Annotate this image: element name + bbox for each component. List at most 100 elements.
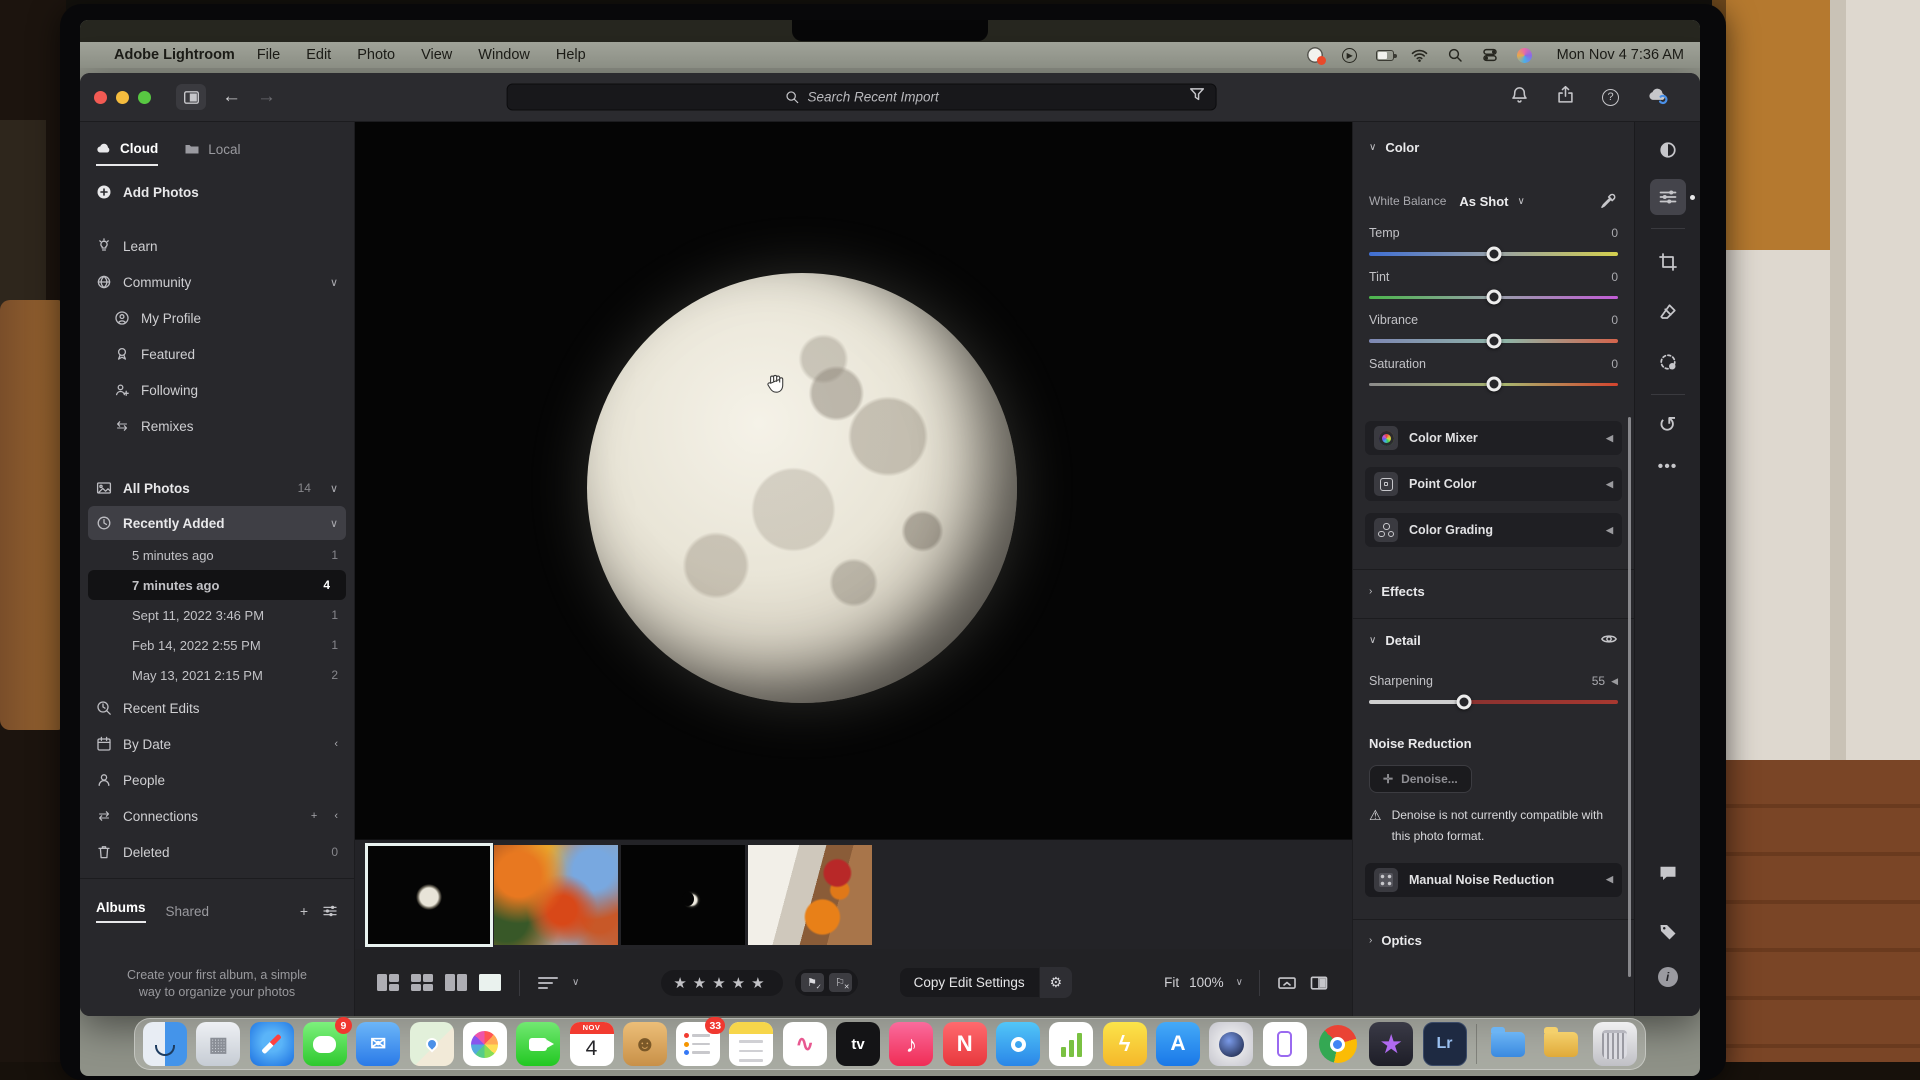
sidebar-item-following[interactable]: Following	[80, 372, 354, 408]
comments-button[interactable]	[1650, 855, 1686, 891]
color-section-header[interactable]: ∨ Color	[1353, 122, 1634, 164]
search-input[interactable]: Search Recent Import	[507, 84, 1217, 111]
vibrance-slider[interactable]	[1369, 339, 1618, 343]
info-button[interactable]: i	[1650, 959, 1686, 995]
add-album-button[interactable]: +	[300, 903, 308, 919]
sidebar-item-deleted[interactable]: Deleted 0	[80, 834, 354, 870]
more-options-button[interactable]: •••	[1650, 449, 1686, 485]
filmstrip-toggle-button[interactable]	[1276, 973, 1298, 993]
star-icons[interactable]: ★★★★★	[673, 974, 770, 992]
zoom-level-value[interactable]: 100%	[1189, 975, 1224, 990]
tint-slider[interactable]	[1369, 296, 1618, 300]
zoom-window-button[interactable]	[138, 91, 151, 104]
dock-finder-icon[interactable]	[143, 1022, 187, 1066]
dock-mail-icon[interactable]: ✉	[356, 1022, 400, 1066]
date-group-feb-14-2022[interactable]: Feb 14, 2022 2:55 PM1	[80, 630, 354, 660]
optics-section-header[interactable]: › Optics	[1353, 920, 1634, 962]
star-rating-control[interactable]: ★★★★★	[661, 970, 782, 996]
dock-safari-icon[interactable]	[250, 1022, 294, 1066]
panel-scrollbar[interactable]	[1628, 417, 1632, 977]
vibrance-slider-knob[interactable]	[1486, 333, 1501, 348]
tab-cloud[interactable]: Cloud	[96, 140, 158, 166]
dock-iphone-mirroring-icon[interactable]	[1263, 1022, 1307, 1066]
copy-edit-settings-button[interactable]: Copy Edit Settings	[900, 968, 1039, 997]
dock-news-icon[interactable]: N	[943, 1022, 987, 1066]
flag-reject-button[interactable]: ⚐✕	[829, 973, 852, 992]
dock-photo-booth-icon[interactable]	[1209, 1022, 1253, 1066]
detail-view-button[interactable]	[479, 974, 501, 991]
sidebar-item-recently-added[interactable]: Recently Added ∨	[88, 506, 346, 540]
presets-button[interactable]	[1650, 132, 1686, 168]
compare-view-button[interactable]	[445, 974, 467, 991]
dock-contacts-icon[interactable]: ☻	[623, 1022, 667, 1066]
fit-zoom-button[interactable]: Fit	[1164, 975, 1179, 990]
dock-calendar-icon[interactable]: NOV4	[570, 1022, 614, 1066]
temp-slider-knob[interactable]	[1486, 246, 1501, 261]
sidebar-item-people[interactable]: People	[80, 762, 354, 798]
sidebar-item-connections[interactable]: ⇄ Connections + ‹	[80, 798, 354, 834]
minimize-window-button[interactable]	[116, 91, 129, 104]
sort-albums-button[interactable]	[322, 903, 338, 919]
photo-grid-view-button[interactable]	[377, 974, 399, 991]
add-photos-button[interactable]: Add Photos	[80, 170, 354, 214]
menu-help[interactable]: Help	[556, 47, 586, 63]
date-group-sept-11-2022[interactable]: Sept 11, 2022 3:46 PM1	[80, 600, 354, 630]
dock-launchpad-icon[interactable]: ▦	[196, 1022, 240, 1066]
denoise-button[interactable]: ✛ Denoise...	[1369, 765, 1472, 793]
sidebar-item-by-date[interactable]: By Date ‹	[80, 726, 354, 762]
dock-apple-tv-icon[interactable]: tv	[836, 1022, 880, 1066]
control-center-icon[interactable]	[1481, 46, 1499, 64]
filmstrip-thumb-porch[interactable]	[748, 845, 872, 945]
expand-triangle-icon[interactable]: ◀	[1611, 676, 1618, 687]
dock-notes-icon[interactable]	[729, 1022, 773, 1066]
sharpening-slider[interactable]	[1369, 700, 1618, 704]
sidebar-item-recent-edits[interactable]: Recent Edits	[80, 690, 354, 726]
add-connection-icon[interactable]: +	[311, 810, 317, 822]
temp-slider[interactable]	[1369, 252, 1618, 256]
dock-find-my-icon[interactable]	[996, 1022, 1040, 1066]
back-button[interactable]: ←	[222, 86, 241, 108]
menu-window[interactable]: Window	[478, 47, 530, 63]
history-button[interactable]: ↺	[1650, 407, 1686, 443]
point-color-button[interactable]: Point Color ◀	[1365, 467, 1622, 501]
filter-funnel-button[interactable]	[1188, 86, 1206, 109]
creative-cloud-icon[interactable]	[1306, 46, 1324, 64]
dock-reminders-icon[interactable]: 33	[676, 1022, 720, 1066]
menu-photo[interactable]: Photo	[357, 47, 395, 63]
tab-shared[interactable]: Shared	[166, 904, 210, 919]
dock-tips-icon[interactable]: ϟ	[1103, 1022, 1147, 1066]
dock-messages-icon[interactable]: 9	[303, 1022, 347, 1066]
filmstrip-thumb-crescent[interactable]	[621, 845, 745, 945]
square-grid-view-button[interactable]	[411, 974, 433, 991]
wifi-icon[interactable]	[1411, 46, 1429, 64]
menu-file[interactable]: File	[257, 47, 280, 63]
dock-chart-app-icon[interactable]	[1049, 1022, 1093, 1066]
dock-photos-icon[interactable]	[463, 1022, 507, 1066]
sidebar-item-community[interactable]: Community ∨	[80, 264, 354, 300]
keywords-tag-button[interactable]	[1650, 914, 1686, 950]
flag-pick-button[interactable]: ⚑✓	[801, 973, 824, 992]
dock-folder-blue-icon[interactable]	[1486, 1022, 1530, 1066]
help-button[interactable]: ?	[1602, 89, 1619, 106]
saturation-slider[interactable]	[1369, 383, 1618, 387]
sidebar-item-all-photos[interactable]: All Photos 14 ∨	[80, 470, 354, 506]
detail-section-header[interactable]: ∨ Detail	[1353, 619, 1634, 661]
sidebar-toggle-button[interactable]	[176, 84, 206, 110]
saturation-slider-knob[interactable]	[1486, 377, 1501, 392]
sidebar-item-learn[interactable]: Learn	[80, 228, 354, 264]
date-group-5-minutes-ago[interactable]: 5 minutes ago1	[80, 540, 354, 570]
date-group-7-minutes-ago[interactable]: 7 minutes ago4	[88, 570, 346, 600]
menu-view[interactable]: View	[421, 47, 452, 63]
dock-app-store-icon[interactable]: A	[1156, 1022, 1200, 1066]
edit-sliders-button[interactable]	[1650, 179, 1686, 215]
loupe-view-image[interactable]	[355, 122, 1352, 839]
crop-tool-button[interactable]	[1650, 244, 1686, 280]
filmstrip-thumb-moon[interactable]	[367, 845, 491, 945]
dock-video-editor-icon[interactable]: ★	[1369, 1022, 1413, 1066]
tab-local[interactable]: Local	[184, 141, 240, 165]
dock-music-icon[interactable]: ♪	[889, 1022, 933, 1066]
sidebar-item-remixes[interactable]: ⇆ Remixes	[80, 408, 354, 444]
close-window-button[interactable]	[94, 91, 107, 104]
manual-noise-reduction-button[interactable]: Manual Noise Reduction ◀	[1365, 863, 1622, 897]
sidebar-item-my-profile[interactable]: My Profile	[80, 300, 354, 336]
